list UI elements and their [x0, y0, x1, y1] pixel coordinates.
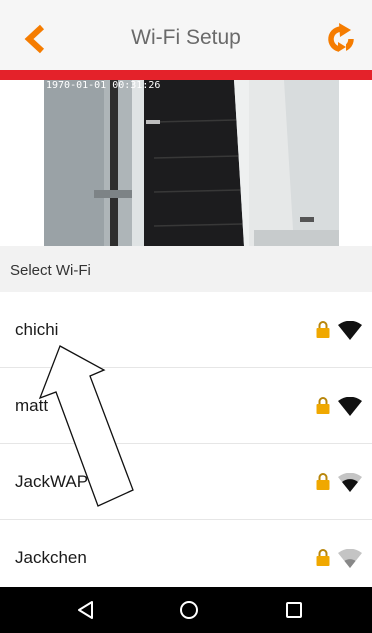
accent-bar — [0, 70, 372, 80]
square-recents-icon — [286, 602, 302, 618]
nav-recents-button[interactable] — [282, 598, 306, 622]
select-wifi-header: Select Wi-Fi — [0, 246, 372, 292]
wifi-network-row-matt[interactable]: matt — [0, 368, 372, 444]
wifi-network-list: chichi matt JackWAP Jackchen — [0, 292, 372, 595]
wifi-network-row-jackchen[interactable]: Jackchen — [0, 520, 372, 595]
wifi-signal-full-icon — [338, 321, 362, 340]
nav-home-button[interactable] — [177, 598, 201, 622]
wifi-network-row-jackwap[interactable]: JackWAP — [0, 444, 372, 520]
refresh-button[interactable] — [324, 22, 358, 56]
page-title: Wi-Fi Setup — [131, 26, 241, 49]
wifi-signal-medium-icon — [338, 473, 362, 492]
triangle-back-icon — [78, 601, 93, 619]
wifi-signal-weak-icon — [338, 549, 362, 568]
lock-icon — [316, 473, 330, 490]
wifi-network-name: chichi — [15, 320, 59, 339]
wifi-signal-full-icon — [338, 397, 362, 416]
app-header: Wi-Fi Setup — [0, 0, 372, 70]
lock-icon — [316, 397, 330, 414]
wifi-network-row-chichi[interactable]: chichi — [0, 292, 372, 368]
system-navigation-bar — [0, 587, 372, 633]
wifi-network-name: Jackchen — [15, 548, 87, 567]
wifi-network-name: JackWAP — [15, 472, 89, 491]
wifi-network-name: matt — [15, 396, 49, 415]
camera-preview: 1970-01-01 00:31:26 — [44, 80, 339, 246]
select-wifi-label: Select Wi-Fi — [10, 262, 91, 279]
refresh-icon — [328, 23, 354, 52]
camera-preview-area: 1970-01-01 00:31:26 — [0, 80, 372, 246]
lock-icon — [316, 321, 330, 338]
nav-back-button[interactable] — [74, 598, 98, 622]
camera-timestamp: 1970-01-01 00:31:26 — [46, 80, 161, 91]
circle-home-icon — [180, 601, 198, 619]
camera-feed-image — [44, 80, 339, 246]
lock-icon — [316, 549, 330, 566]
